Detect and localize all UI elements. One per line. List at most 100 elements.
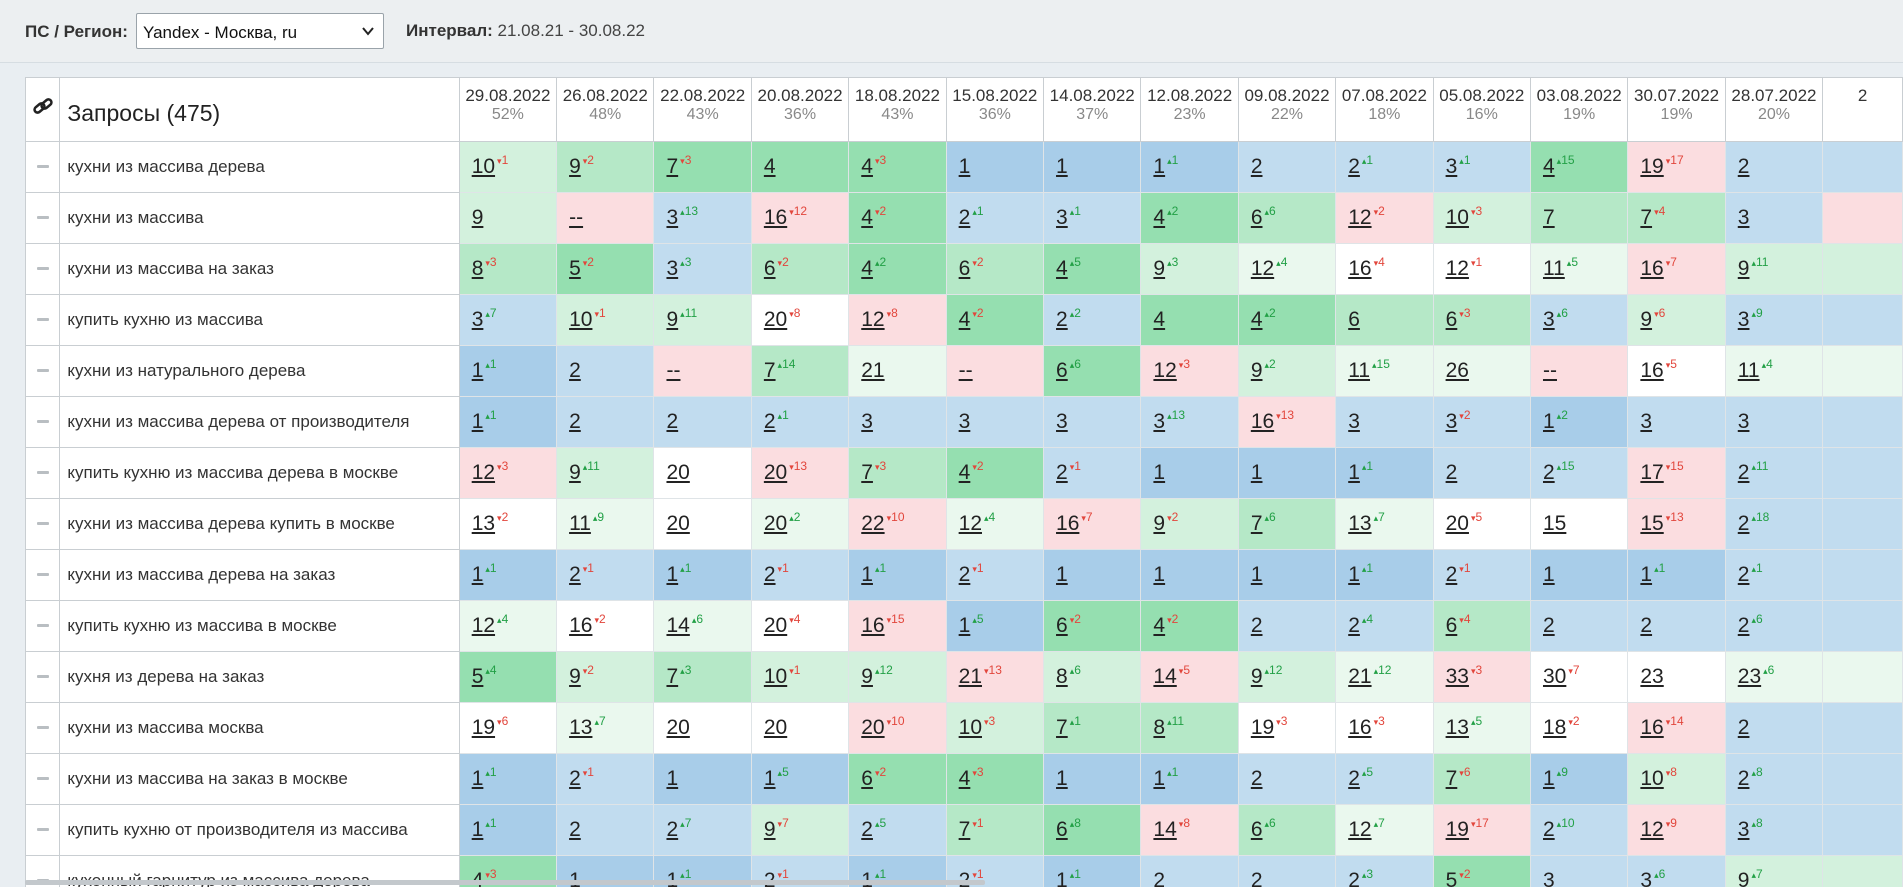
horizontal-scrollbar[interactable] — [25, 880, 985, 885]
position-link[interactable]: 3 — [1640, 410, 1652, 433]
position-link[interactable]: 13 — [569, 716, 592, 739]
position-link[interactable]: 7 — [861, 461, 873, 484]
position-link[interactable]: 1 — [1056, 155, 1068, 178]
position-link[interactable]: 13 — [472, 512, 495, 535]
position-link[interactable]: 3 — [1446, 410, 1458, 433]
position-link[interactable]: 1 — [1056, 767, 1068, 790]
position-link[interactable]: 16 — [1348, 716, 1371, 739]
position-link[interactable]: 10 — [1640, 767, 1663, 790]
position-link[interactable]: 12 — [1153, 359, 1176, 382]
position-link[interactable]: 9 — [569, 155, 581, 178]
position-link[interactable]: 3 — [1738, 410, 1750, 433]
position-link[interactable]: 3 — [1738, 818, 1750, 841]
position-link[interactable]: 2 — [1640, 614, 1652, 637]
position-link[interactable]: 2 — [1543, 614, 1555, 637]
position-link[interactable]: 21 — [861, 359, 884, 382]
position-link[interactable]: 20 — [1446, 512, 1469, 535]
position-link[interactable]: 1 — [861, 563, 873, 586]
position-link[interactable]: 2 — [764, 410, 776, 433]
position-link[interactable]: 6 — [1056, 359, 1068, 382]
position-link[interactable]: 1 — [1640, 563, 1652, 586]
position-link[interactable]: 2 — [1738, 614, 1750, 637]
position-link[interactable]: 2 — [666, 410, 678, 433]
position-link[interactable]: 12 — [1640, 818, 1663, 841]
position-link[interactable]: 2 — [1738, 461, 1750, 484]
row-toggle-cell[interactable] — [25, 396, 61, 448]
position-link[interactable]: 23 — [1738, 665, 1761, 688]
position-link[interactable]: 6 — [1348, 308, 1360, 331]
position-link[interactable]: 13 — [1348, 512, 1371, 535]
position-link[interactable]: 10 — [959, 716, 982, 739]
position-link[interactable]: 3 — [1738, 206, 1750, 229]
position-link[interactable]: 4 — [1543, 155, 1555, 178]
position-link[interactable]: 2 — [1251, 767, 1263, 790]
minus-icon[interactable] — [36, 573, 49, 577]
date-column-header[interactable]: 07.08.2022 18% — [1335, 77, 1434, 142]
position-link[interactable]: 9 — [1153, 512, 1165, 535]
position-link[interactable]: 7 — [764, 359, 776, 382]
date-column-header[interactable]: 20.08.2022 36% — [750, 77, 850, 142]
position-link[interactable]: 2 — [861, 818, 873, 841]
date-column-header[interactable]: 22.08.2022 43% — [653, 77, 752, 142]
position-link[interactable]: 9 — [1640, 308, 1652, 331]
date-column-header[interactable]: 15.08.2022 36% — [945, 77, 1045, 142]
position-link[interactable]: 9 — [1251, 359, 1263, 382]
position-link[interactable]: 3 — [1543, 869, 1555, 887]
position-link[interactable]: 2 — [666, 818, 678, 841]
position-link[interactable]: 20 — [764, 716, 787, 739]
position-link[interactable]: 20 — [764, 614, 787, 637]
position-link[interactable]: 4 — [861, 206, 873, 229]
position-link[interactable]: 3 — [1153, 410, 1165, 433]
position-link[interactable]: 1 — [1251, 563, 1263, 586]
position-link[interactable]: 16 — [1348, 257, 1371, 280]
queries-header[interactable]: Запросы (475) — [59, 77, 460, 142]
position-link[interactable]: 2 — [1543, 461, 1555, 484]
position-link[interactable]: 2 — [1738, 716, 1750, 739]
position-link[interactable]: 11 — [1543, 257, 1565, 280]
position-link[interactable]: 8 — [472, 257, 484, 280]
position-link[interactable]: 1 — [472, 563, 484, 586]
position-link[interactable]: 21 — [1348, 665, 1371, 688]
position-link[interactable]: 4 — [861, 257, 873, 280]
position-link[interactable]: 1 — [472, 818, 484, 841]
position-link[interactable]: 16 — [1640, 716, 1663, 739]
position-link[interactable]: 16 — [569, 614, 592, 637]
position-link[interactable]: 2 — [569, 767, 581, 790]
position-link[interactable]: 1 — [472, 767, 484, 790]
position-link[interactable]: 20 — [666, 716, 689, 739]
date-column-header[interactable]: 2 — [1822, 77, 1903, 142]
position-link[interactable]: 9 — [1251, 665, 1263, 688]
position-link[interactable]: 4 — [1153, 308, 1165, 331]
position-link[interactable]: 15 — [1543, 512, 1566, 535]
minus-icon[interactable] — [36, 624, 49, 628]
position-link[interactable]: 30 — [1543, 665, 1566, 688]
date-column-header[interactable]: 26.08.2022 48% — [556, 77, 655, 142]
position-link[interactable]: 9 — [666, 308, 678, 331]
position-link[interactable]: 19 — [1446, 818, 1469, 841]
position-link[interactable]: 4 — [959, 767, 971, 790]
position-link[interactable]: 7 — [1446, 767, 1458, 790]
position-link[interactable]: 2 — [1056, 308, 1068, 331]
position-link[interactable]: -- — [666, 359, 680, 382]
position-link[interactable]: 2 — [1543, 818, 1555, 841]
position-link[interactable]: 6 — [1251, 818, 1263, 841]
position-link[interactable]: 4 — [861, 155, 873, 178]
position-link[interactable]: 20 — [764, 461, 787, 484]
position-link[interactable]: 1 — [1153, 767, 1165, 790]
position-link[interactable]: 22 — [861, 512, 884, 535]
position-link[interactable]: 6 — [1446, 308, 1458, 331]
position-link[interactable]: -- — [1543, 359, 1557, 382]
position-link[interactable]: 13 — [1446, 716, 1469, 739]
position-link[interactable]: 9 — [569, 461, 581, 484]
position-link[interactable]: 2 — [1348, 155, 1360, 178]
position-link[interactable]: 26 — [1446, 359, 1469, 382]
row-toggle-cell[interactable] — [25, 294, 61, 346]
position-link[interactable]: 7 — [1251, 512, 1263, 535]
position-link[interactable]: 1 — [666, 563, 678, 586]
position-link[interactable]: 3 — [1056, 410, 1068, 433]
position-link[interactable]: 1 — [959, 614, 971, 637]
position-link[interactable]: 1 — [764, 767, 776, 790]
position-link[interactable]: 2 — [1348, 767, 1360, 790]
position-link[interactable]: 1 — [1543, 410, 1555, 433]
position-link[interactable]: 10 — [569, 308, 592, 331]
